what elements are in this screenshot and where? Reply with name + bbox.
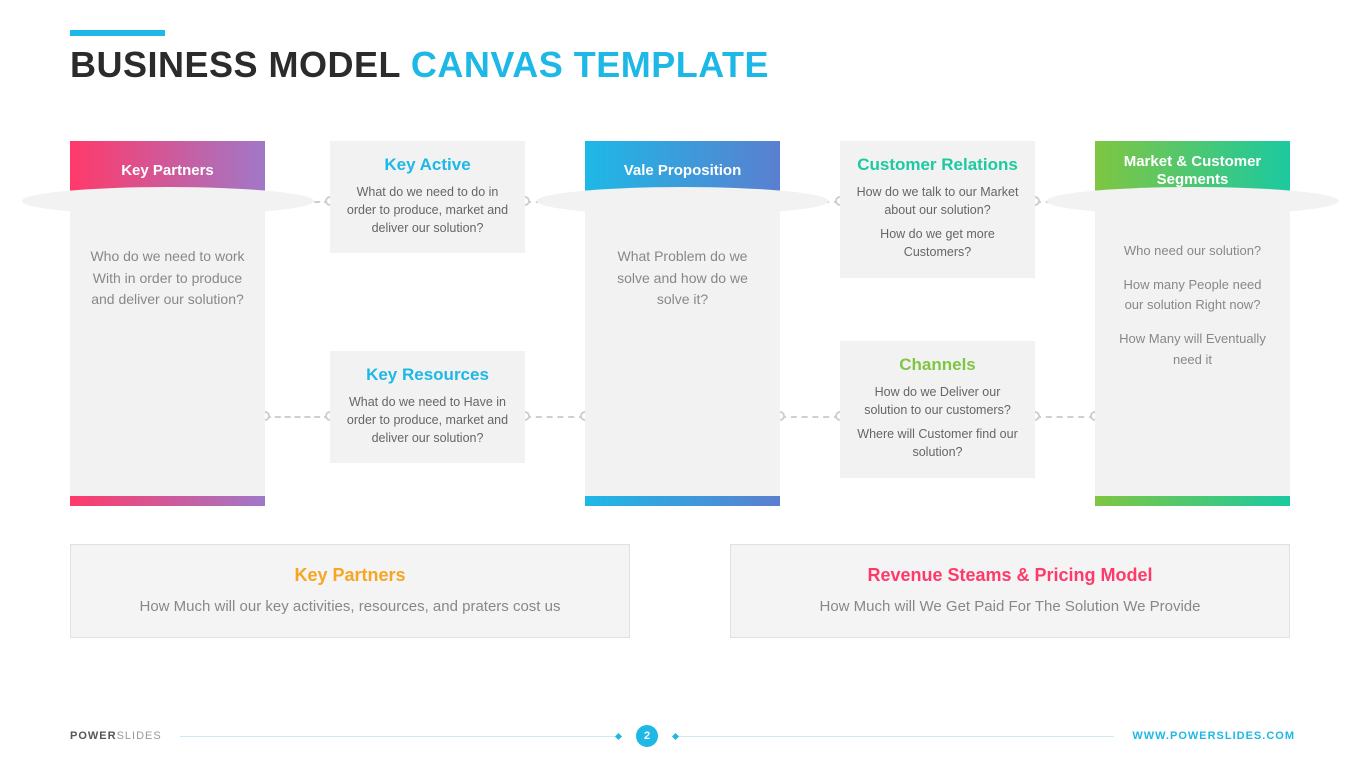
segments-q3: How Many will Eventually need it [1113,329,1272,369]
accent-bar [70,30,165,36]
footer-url: WWW.POWERSLIDES.COM [1132,730,1295,742]
key-partners-tab: Key Partners [70,141,265,201]
strip [1095,496,1290,506]
connector [1035,416,1095,418]
segments-q2: How many People need our solution Right … [1113,275,1272,315]
title-part2: CANVAS TEMPLATE [411,44,769,85]
channels-title: Channels [854,355,1021,375]
connector [525,416,585,418]
segments-label: Market & Customer Segments [1103,153,1282,189]
strip [585,496,780,506]
canvas-area: Key Partners Who do we need to work With… [70,141,1295,516]
segments-q1: Who need our solution? [1113,241,1272,261]
cost-title: Key Partners [99,565,601,586]
connector [780,416,840,418]
value-proposition-tab: Vale Proposition [585,141,780,201]
cost-structure-box: Key Partners How Much will our key activ… [70,544,630,638]
key-partners-column: Key Partners Who do we need to work With… [70,141,265,506]
footer-line [676,736,1114,737]
revenue-title: Revenue Steams & Pricing Model [759,565,1261,586]
customer-relations-q2: How do we get more Customers? [854,225,1021,261]
bottom-row: Key Partners How Much will our key activ… [70,544,1295,674]
key-resources-box: Key Resources What do we need to Have in… [330,351,525,463]
key-active-title: Key Active [344,155,511,175]
customer-relations-q1: How do we talk to our Market about our s… [854,183,1021,219]
connector [265,416,330,418]
key-active-text: What do we need to do in order to produc… [344,183,511,237]
value-proposition-body: What Problem do we solve and how do we s… [585,201,780,329]
key-active-box: Key Active What do we need to do in orde… [330,141,525,253]
value-proposition-column: Vale Proposition What Problem do we solv… [585,141,780,506]
title-part1: BUSINESS MODEL [70,44,411,85]
key-partners-label: Key Partners [121,162,214,180]
customer-relations-title: Customer Relations [854,155,1021,175]
key-resources-title: Key Resources [344,365,511,385]
cost-text: How Much will our key activities, resour… [99,596,601,617]
key-partners-body: Who do we need to work With in order to … [70,201,265,329]
footer-line [180,736,618,737]
page-number: 2 [636,725,658,747]
revenue-text: How Much will We Get Paid For The Soluti… [759,596,1261,617]
value-proposition-label: Vale Proposition [624,162,742,180]
customer-relations-box: Customer Relations How do we talk to our… [840,141,1035,278]
revenue-box: Revenue Steams & Pricing Model How Much … [730,544,1290,638]
segments-tab: Market & Customer Segments [1095,141,1290,201]
channels-box: Channels How do we Deliver our solution … [840,341,1035,478]
slide-title: BUSINESS MODEL CANVAS TEMPLATE [70,44,1295,86]
channels-q2: Where will Customer find our solution? [854,425,1021,461]
segments-column: Market & Customer Segments Who need our … [1095,141,1290,506]
channels-q1: How do we Deliver our solution to our cu… [854,383,1021,419]
footer: POWERSLIDES 2 WWW.POWERSLIDES.COM [0,723,1365,749]
strip [70,496,265,506]
brand: POWERSLIDES [70,730,162,742]
key-resources-text: What do we need to Have in order to prod… [344,393,511,447]
